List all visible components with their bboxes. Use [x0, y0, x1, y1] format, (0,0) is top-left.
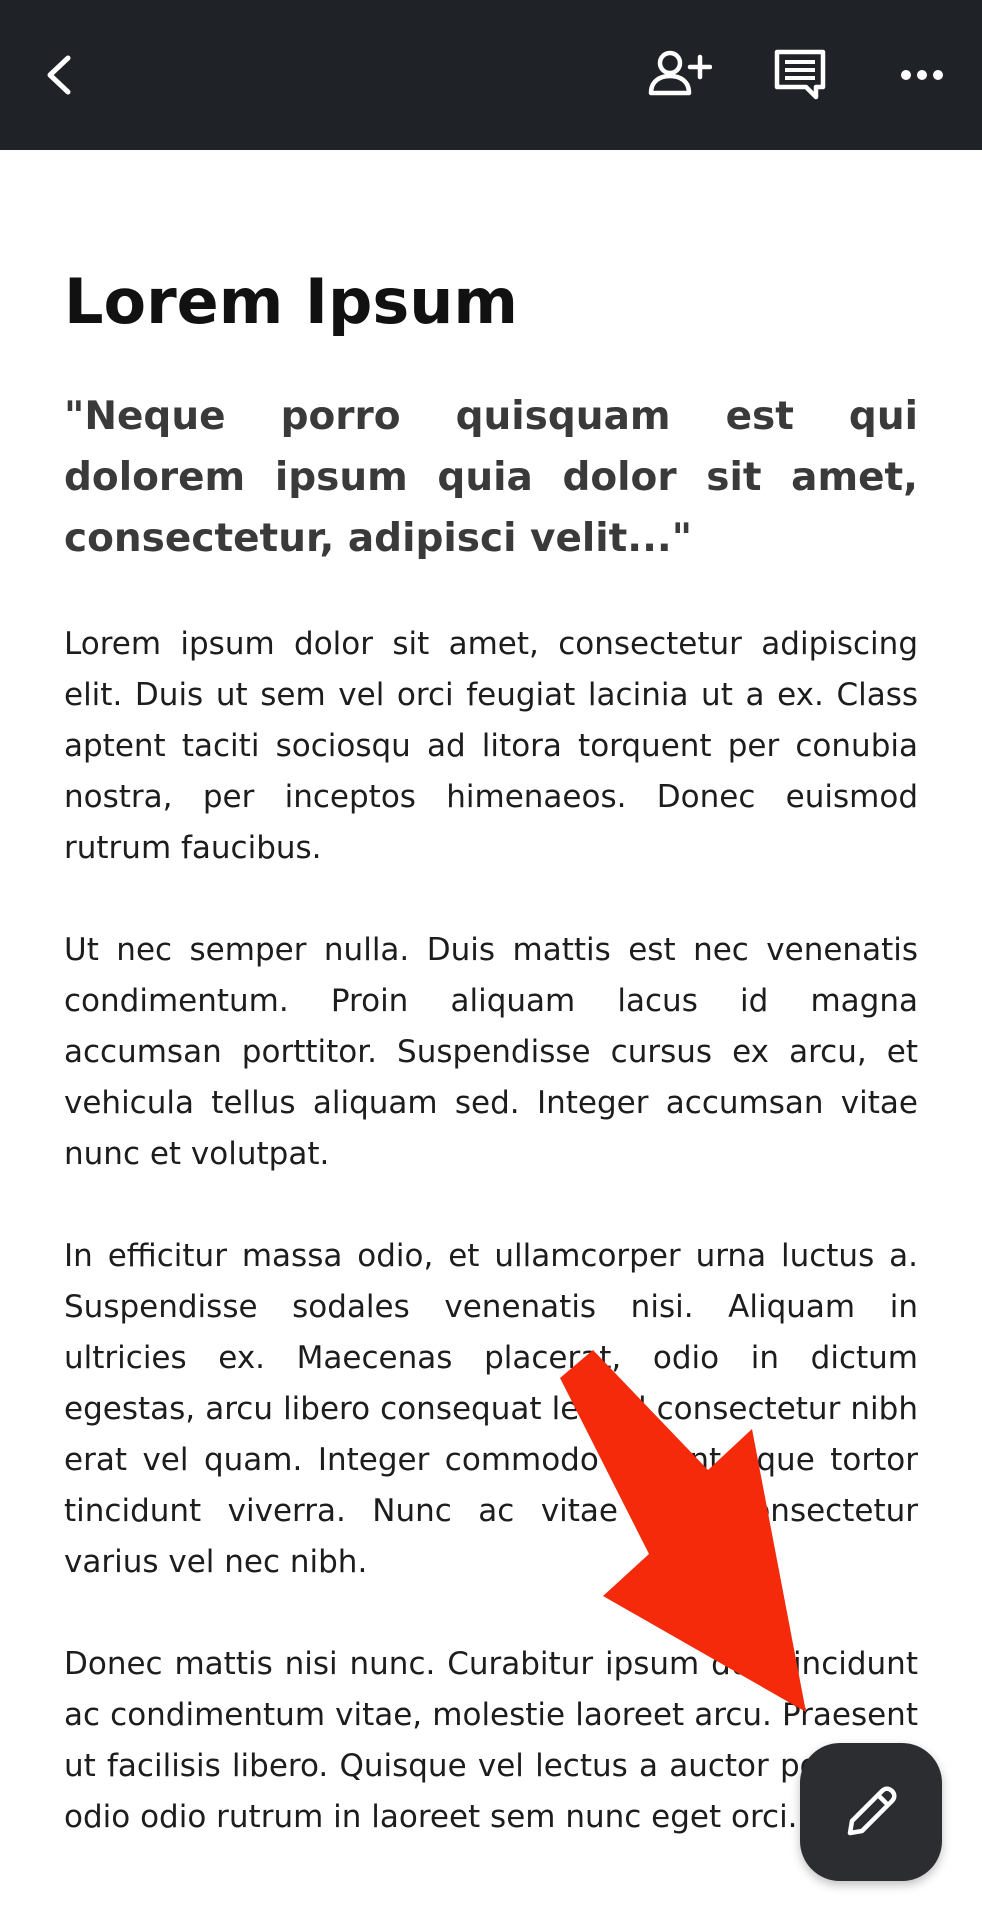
- more-horizontal-icon: [901, 70, 943, 80]
- add-people-button[interactable]: [640, 35, 720, 115]
- document-view-screen: Lorem Ipsum "Neque porro quisquam est qu…: [0, 0, 982, 1920]
- document-body[interactable]: Lorem Ipsum "Neque porro quisquam est qu…: [64, 262, 918, 1894]
- top-app-bar: [0, 0, 982, 150]
- document-title: Lorem Ipsum: [64, 265, 519, 338]
- edit-button[interactable]: [800, 1743, 942, 1881]
- back-button[interactable]: [20, 35, 100, 115]
- paragraph: Donec mattis nisi nunc. Curabitur ipsum …: [64, 1646, 918, 1835]
- paragraph: Lorem ipsum dolor sit amet, consectetur …: [64, 626, 918, 866]
- comment-icon: [774, 49, 826, 100]
- document-quote: "Neque porro quisquam est qui dolorem ip…: [64, 394, 918, 561]
- pencil-icon: [847, 1786, 897, 1836]
- chevron-left-icon: [47, 55, 71, 95]
- more-options-button[interactable]: [882, 35, 962, 115]
- paragraph: In efficitur massa odio, et ullamcorper …: [64, 1238, 918, 1580]
- paragraph: Ut nec semper nulla. Duis mattis est nec…: [64, 932, 918, 1172]
- comments-button[interactable]: [760, 35, 840, 115]
- add-person-icon: [648, 50, 712, 96]
